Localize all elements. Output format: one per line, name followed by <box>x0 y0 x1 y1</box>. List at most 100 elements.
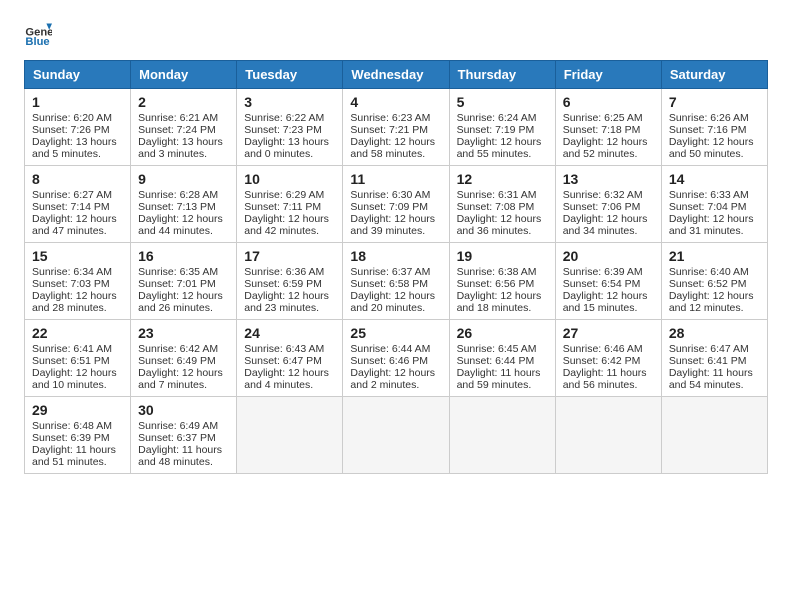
day-number: 9 <box>138 171 229 187</box>
day-number: 22 <box>32 325 123 341</box>
day-number: 10 <box>244 171 335 187</box>
day-number: 12 <box>457 171 548 187</box>
sunrise-label: Sunrise: 6:26 AM <box>669 112 749 124</box>
sunset-label: Sunset: 7:08 PM <box>457 201 535 213</box>
day-header-wednesday: Wednesday <box>343 61 449 89</box>
day-number: 19 <box>457 248 548 264</box>
calendar-cell: 15 Sunrise: 6:34 AM Sunset: 7:03 PM Dayl… <box>25 243 131 320</box>
calendar-week-5: 29 Sunrise: 6:48 AM Sunset: 6:39 PM Dayl… <box>25 397 768 474</box>
calendar-cell: 13 Sunrise: 6:32 AM Sunset: 7:06 PM Dayl… <box>555 166 661 243</box>
day-number: 30 <box>138 402 229 418</box>
sunset-label: Sunset: 7:19 PM <box>457 124 535 136</box>
day-number: 29 <box>32 402 123 418</box>
daylight-label: Daylight: 12 hours and 12 minutes. <box>669 290 754 314</box>
sunrise-label: Sunrise: 6:48 AM <box>32 420 112 432</box>
calendar-week-1: 1 Sunrise: 6:20 AM Sunset: 7:26 PM Dayli… <box>25 89 768 166</box>
calendar-cell: 17 Sunrise: 6:36 AM Sunset: 6:59 PM Dayl… <box>237 243 343 320</box>
sunset-label: Sunset: 6:46 PM <box>350 355 428 367</box>
calendar-cell: 19 Sunrise: 6:38 AM Sunset: 6:56 PM Dayl… <box>449 243 555 320</box>
calendar-cell: 18 Sunrise: 6:37 AM Sunset: 6:58 PM Dayl… <box>343 243 449 320</box>
sunset-label: Sunset: 6:51 PM <box>32 355 110 367</box>
sunrise-label: Sunrise: 6:44 AM <box>350 343 430 355</box>
sunset-label: Sunset: 6:52 PM <box>669 278 747 290</box>
sunset-label: Sunset: 7:21 PM <box>350 124 428 136</box>
calendar-cell: 1 Sunrise: 6:20 AM Sunset: 7:26 PM Dayli… <box>25 89 131 166</box>
sunrise-label: Sunrise: 6:41 AM <box>32 343 112 355</box>
sunset-label: Sunset: 7:03 PM <box>32 278 110 290</box>
daylight-label: Daylight: 13 hours and 5 minutes. <box>32 136 117 160</box>
day-header-friday: Friday <box>555 61 661 89</box>
daylight-label: Daylight: 12 hours and 50 minutes. <box>669 136 754 160</box>
sunset-label: Sunset: 6:37 PM <box>138 432 216 444</box>
sunset-label: Sunset: 7:13 PM <box>138 201 216 213</box>
calendar-cell <box>449 397 555 474</box>
day-number: 23 <box>138 325 229 341</box>
day-header-saturday: Saturday <box>661 61 767 89</box>
day-number: 11 <box>350 171 441 187</box>
sunrise-label: Sunrise: 6:21 AM <box>138 112 218 124</box>
sunrise-label: Sunrise: 6:24 AM <box>457 112 537 124</box>
sunset-label: Sunset: 7:24 PM <box>138 124 216 136</box>
sunset-label: Sunset: 6:49 PM <box>138 355 216 367</box>
day-number: 26 <box>457 325 548 341</box>
sunset-label: Sunset: 7:16 PM <box>669 124 747 136</box>
daylight-label: Daylight: 12 hours and 39 minutes. <box>350 213 435 237</box>
daylight-label: Daylight: 12 hours and 10 minutes. <box>32 367 117 391</box>
sunrise-label: Sunrise: 6:46 AM <box>563 343 643 355</box>
daylight-label: Daylight: 12 hours and 31 minutes. <box>669 213 754 237</box>
daylight-label: Daylight: 12 hours and 47 minutes. <box>32 213 117 237</box>
daylight-label: Daylight: 12 hours and 7 minutes. <box>138 367 223 391</box>
calendar-cell: 21 Sunrise: 6:40 AM Sunset: 6:52 PM Dayl… <box>661 243 767 320</box>
calendar-header-row: SundayMondayTuesdayWednesdayThursdayFrid… <box>25 61 768 89</box>
daylight-label: Daylight: 12 hours and 55 minutes. <box>457 136 542 160</box>
calendar-cell: 11 Sunrise: 6:30 AM Sunset: 7:09 PM Dayl… <box>343 166 449 243</box>
sunrise-label: Sunrise: 6:36 AM <box>244 266 324 278</box>
day-number: 5 <box>457 94 548 110</box>
calendar-cell: 12 Sunrise: 6:31 AM Sunset: 7:08 PM Dayl… <box>449 166 555 243</box>
sunset-label: Sunset: 6:41 PM <box>669 355 747 367</box>
calendar-cell: 10 Sunrise: 6:29 AM Sunset: 7:11 PM Dayl… <box>237 166 343 243</box>
daylight-label: Daylight: 11 hours and 48 minutes. <box>138 444 222 468</box>
sunrise-label: Sunrise: 6:40 AM <box>669 266 749 278</box>
calendar-cell: 8 Sunrise: 6:27 AM Sunset: 7:14 PM Dayli… <box>25 166 131 243</box>
calendar-week-2: 8 Sunrise: 6:27 AM Sunset: 7:14 PM Dayli… <box>25 166 768 243</box>
day-header-sunday: Sunday <box>25 61 131 89</box>
sunset-label: Sunset: 7:14 PM <box>32 201 110 213</box>
sunrise-label: Sunrise: 6:31 AM <box>457 189 537 201</box>
svg-text:Blue: Blue <box>25 36 49 48</box>
sunset-label: Sunset: 6:58 PM <box>350 278 428 290</box>
calendar-cell: 26 Sunrise: 6:45 AM Sunset: 6:44 PM Dayl… <box>449 320 555 397</box>
calendar-cell: 7 Sunrise: 6:26 AM Sunset: 7:16 PM Dayli… <box>661 89 767 166</box>
calendar-cell: 4 Sunrise: 6:23 AM Sunset: 7:21 PM Dayli… <box>343 89 449 166</box>
day-number: 8 <box>32 171 123 187</box>
day-number: 3 <box>244 94 335 110</box>
day-header-thursday: Thursday <box>449 61 555 89</box>
sunset-label: Sunset: 6:59 PM <box>244 278 322 290</box>
sunset-label: Sunset: 7:01 PM <box>138 278 216 290</box>
day-number: 18 <box>350 248 441 264</box>
daylight-label: Daylight: 12 hours and 42 minutes. <box>244 213 329 237</box>
daylight-label: Daylight: 12 hours and 15 minutes. <box>563 290 648 314</box>
sunrise-label: Sunrise: 6:37 AM <box>350 266 430 278</box>
day-number: 16 <box>138 248 229 264</box>
daylight-label: Daylight: 12 hours and 34 minutes. <box>563 213 648 237</box>
sunrise-label: Sunrise: 6:34 AM <box>32 266 112 278</box>
daylight-label: Daylight: 11 hours and 59 minutes. <box>457 367 541 391</box>
sunset-label: Sunset: 6:56 PM <box>457 278 535 290</box>
calendar-cell: 28 Sunrise: 6:47 AM Sunset: 6:41 PM Dayl… <box>661 320 767 397</box>
sunset-label: Sunset: 7:26 PM <box>32 124 110 136</box>
daylight-label: Daylight: 12 hours and 58 minutes. <box>350 136 435 160</box>
day-number: 14 <box>669 171 760 187</box>
calendar-cell: 16 Sunrise: 6:35 AM Sunset: 7:01 PM Dayl… <box>131 243 237 320</box>
sunrise-label: Sunrise: 6:43 AM <box>244 343 324 355</box>
calendar-cell: 25 Sunrise: 6:44 AM Sunset: 6:46 PM Dayl… <box>343 320 449 397</box>
sunrise-label: Sunrise: 6:23 AM <box>350 112 430 124</box>
day-header-monday: Monday <box>131 61 237 89</box>
day-number: 25 <box>350 325 441 341</box>
sunrise-label: Sunrise: 6:39 AM <box>563 266 643 278</box>
daylight-label: Daylight: 11 hours and 54 minutes. <box>669 367 753 391</box>
sunset-label: Sunset: 6:39 PM <box>32 432 110 444</box>
calendar: SundayMondayTuesdayWednesdayThursdayFrid… <box>24 60 768 474</box>
sunrise-label: Sunrise: 6:25 AM <box>563 112 643 124</box>
sunset-label: Sunset: 7:18 PM <box>563 124 641 136</box>
